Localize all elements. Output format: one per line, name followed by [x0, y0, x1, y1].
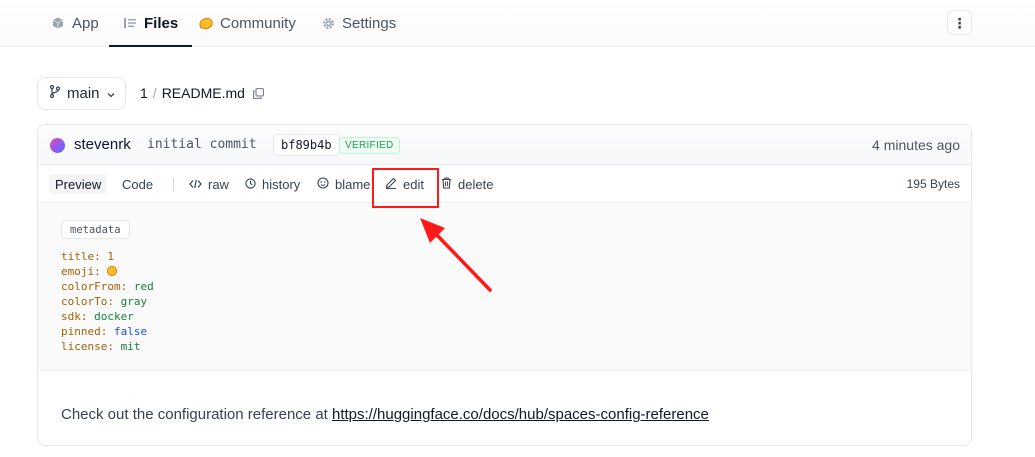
yaml-value: red [133, 280, 154, 293]
toolbar-divider [173, 178, 174, 191]
yaml-value: gray [120, 295, 148, 308]
top-tab-bar: App Files Community Settings ⋮ [0, 0, 1035, 47]
yaml-line: title: 1 [61, 249, 154, 264]
yaml-key: pinned: [61, 325, 108, 338]
commit-author[interactable]: stevenrk [74, 136, 131, 153]
files-list-icon [123, 16, 137, 30]
yaml-block: title: 1 emoji: colorFrom: red colorTo: … [61, 249, 154, 354]
readme-text: Check out the configuration reference at [61, 406, 332, 423]
chevron-down-icon [107, 85, 115, 102]
commit-time: 4 minutes ago [872, 137, 960, 153]
commit-message[interactable]: initial commit [147, 137, 257, 152]
face-icon [317, 177, 329, 192]
blame-button[interactable]: blame [317, 175, 370, 194]
emoji-icon [107, 266, 118, 276]
history-label: history [262, 177, 301, 192]
yaml-line: colorFrom: red [61, 279, 154, 294]
last-commit-row: stevenrk initial commit bf89b4b VERIFIED… [38, 125, 971, 165]
yaml-value: 1 [107, 250, 114, 263]
avatar[interactable] [50, 138, 65, 153]
metadata-panel: metadata title: 1 emoji: colorFrom: red … [38, 203, 971, 371]
history-button[interactable]: history [245, 175, 300, 194]
file-toolbar: Preview Code raw history blame edit dele… [38, 165, 971, 203]
yaml-line: pinned: false [61, 324, 154, 339]
yaml-line: license: mit [61, 339, 154, 354]
yaml-key: emoji: [61, 265, 101, 278]
tab-app[interactable]: App [51, 0, 99, 46]
breadcrumb-repo[interactable]: 1 [140, 85, 148, 101]
blame-label: blame [335, 177, 371, 192]
tab-label: Settings [342, 14, 397, 32]
yaml-value: docker [94, 310, 134, 323]
yaml-key: license: [61, 340, 114, 353]
yaml-value: false [113, 325, 148, 338]
readme-body: Check out the configuration reference at… [61, 406, 709, 423]
metadata-tag: metadata [61, 220, 130, 239]
raw-button[interactable]: raw [189, 175, 229, 194]
tab-files[interactable]: Files [108, 0, 193, 47]
yaml-key: sdk: [61, 310, 88, 323]
preview-tab[interactable]: Preview [49, 174, 108, 194]
branch-name: main [67, 85, 100, 102]
tab-label: Files [144, 14, 179, 32]
kebab-menu-icon[interactable]: ⋮ [947, 10, 972, 35]
code-brackets-icon [189, 177, 202, 192]
edit-highlight-box [372, 168, 439, 208]
yaml-line: emoji: [61, 264, 154, 279]
file-card: stevenrk initial commit bf89b4b VERIFIED… [37, 124, 972, 446]
yaml-key: title: [61, 250, 101, 263]
yaml-key: colorFrom: [61, 280, 128, 293]
gear-icon [321, 16, 335, 30]
breadcrumb-separator: / [152, 85, 157, 101]
clock-icon [245, 177, 256, 192]
branch-selector[interactable]: main [37, 77, 126, 110]
breadcrumb: 1 / README.md [140, 85, 264, 101]
community-blob-icon [199, 16, 213, 30]
delete-label: delete [458, 177, 494, 192]
delete-button[interactable]: delete [441, 175, 493, 194]
git-branch-icon [49, 84, 61, 102]
app-cube-icon [51, 16, 65, 30]
yaml-line: sdk: docker [61, 309, 154, 324]
tab-label: App [72, 14, 99, 32]
trash-icon [441, 177, 452, 192]
file-size: 195 Bytes [906, 177, 960, 191]
breadcrumb-file: README.md [161, 85, 245, 101]
code-tab[interactable]: Code [122, 175, 153, 194]
config-reference-link[interactable]: https://huggingface.co/docs/hub/spaces-c… [332, 406, 709, 423]
yaml-value: mit [120, 340, 141, 353]
yaml-key: colorTo: [61, 295, 114, 308]
copy-icon[interactable] [253, 87, 264, 99]
commit-sha[interactable]: bf89b4b [273, 134, 340, 156]
tab-settings[interactable]: Settings [321, 0, 396, 46]
raw-label: raw [208, 177, 229, 192]
tab-community[interactable]: Community [199, 0, 296, 46]
yaml-line: colorTo: gray [61, 294, 154, 309]
tab-label: Community [220, 14, 296, 32]
verified-badge: VERIFIED [339, 137, 400, 154]
